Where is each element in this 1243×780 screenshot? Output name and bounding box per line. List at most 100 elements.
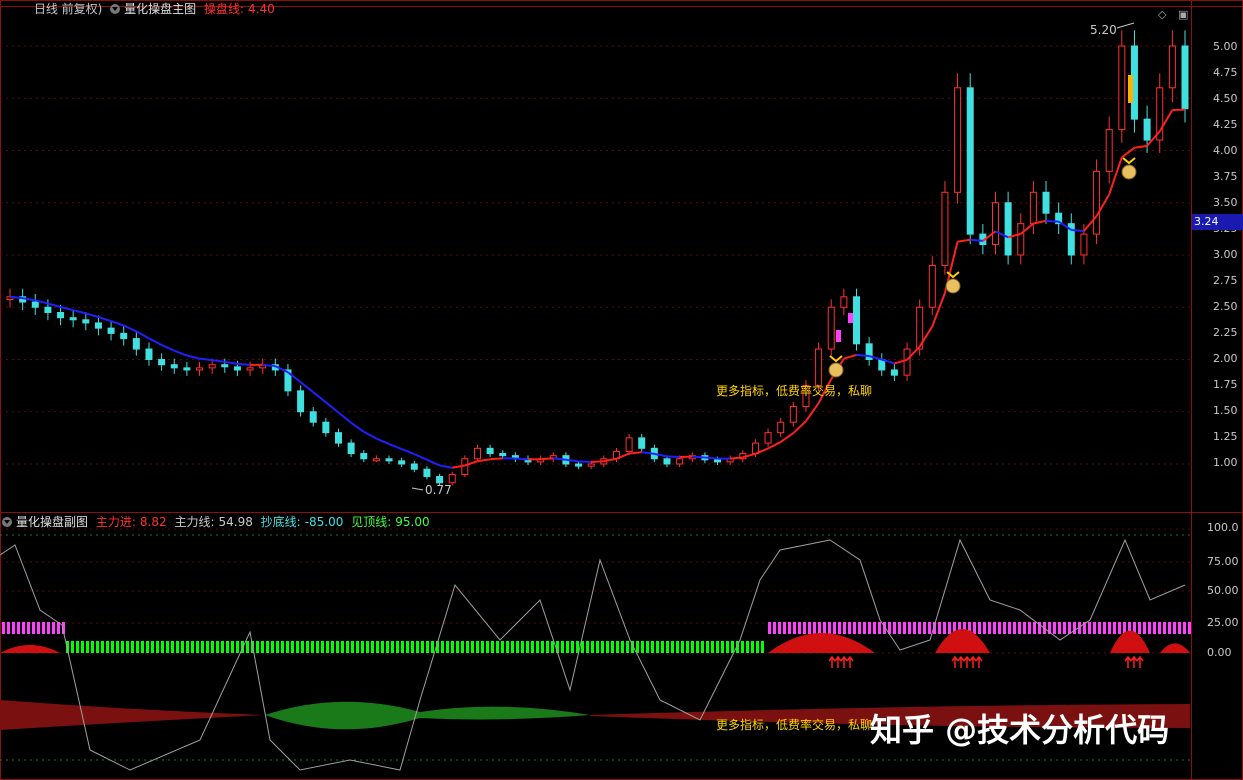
current-price-badge: 3.24 [1192, 214, 1243, 230]
green-bar [376, 641, 379, 653]
green-bar [471, 641, 474, 653]
green-bar [201, 641, 204, 653]
candle-body [789, 406, 797, 423]
trend-line-segment [792, 420, 807, 434]
trend-line-segment [1134, 144, 1148, 149]
trend-line-segment [1045, 219, 1059, 223]
green-bar [291, 641, 294, 653]
candle-body [714, 459, 722, 463]
candle-body [297, 390, 305, 413]
trend-line-segment [224, 360, 238, 365]
magenta-bar [1178, 622, 1181, 634]
candle-body [575, 463, 583, 467]
sub-chart-header: 量化操盘副图 主力进: 8.82 主力线: 54.98 抄底线: -85.00 见顶线… [2, 513, 434, 531]
chart-canvas [0, 0, 1243, 780]
magenta-bar [853, 622, 856, 634]
green-bar [271, 641, 274, 653]
green-bar [331, 641, 334, 653]
y-tick-label: 2.50 [1213, 300, 1238, 313]
candle-body [196, 367, 204, 371]
magenta-bar [848, 622, 851, 634]
green-bar [216, 641, 219, 653]
sub-indicator-name[interactable]: 量化操盘副图 [16, 515, 88, 529]
green-bar [261, 641, 264, 653]
candle-body [448, 473, 456, 484]
green-bar [81, 641, 84, 653]
band-green [265, 701, 590, 730]
magenta-bar [768, 622, 771, 634]
collapse-icon[interactable] [2, 517, 12, 527]
candle-body [1029, 191, 1037, 225]
magenta-bar [1003, 622, 1006, 634]
trend-line-segment [173, 349, 188, 357]
green-bar [321, 641, 324, 653]
green-bar [136, 641, 139, 653]
trend-line-segment [98, 316, 112, 323]
y-tick-label: 50.00 [1207, 584, 1239, 597]
window-icon[interactable]: ▣ [1178, 8, 1188, 21]
trend-line-segment [212, 359, 225, 363]
candle-body [1143, 118, 1151, 141]
candle-body [625, 437, 633, 452]
diamond-icon[interactable]: ◇ [1158, 8, 1166, 21]
candle-body [309, 411, 317, 423]
magenta-bar [913, 622, 916, 634]
green-bar [596, 641, 599, 653]
magenta-bar [1018, 622, 1021, 634]
top-line-value: 95.00 [395, 515, 430, 529]
magenta-bar [858, 622, 861, 634]
magenta-bar [1088, 622, 1091, 634]
green-bar [486, 641, 489, 653]
green-bar [246, 641, 249, 653]
magenta-bar [948, 622, 951, 634]
main-in-value: 8.82 [139, 515, 167, 529]
main-indicator-name[interactable]: 量化操盘主图 [124, 2, 196, 16]
candle-body [853, 296, 861, 345]
trend-line-segment [591, 460, 604, 463]
up-arrow-icon [828, 655, 836, 668]
collapse-icon[interactable] [110, 4, 121, 14]
magenta-bar [838, 622, 841, 634]
green-bar [646, 641, 649, 653]
magenta-bar [7, 622, 10, 634]
magenta-bar [1143, 622, 1146, 634]
green-bar [366, 641, 369, 653]
green-bar [91, 641, 94, 653]
trend-line-label: 操盘线: [204, 2, 245, 16]
candle-body [764, 432, 772, 444]
green-bar [151, 641, 154, 653]
green-bar [561, 641, 564, 653]
green-bar [161, 641, 164, 653]
green-bar [71, 641, 74, 653]
y-tick-label: 3.50 [1213, 196, 1238, 209]
magenta-bar [1158, 622, 1161, 634]
grid-lines [0, 0, 1243, 780]
y-tick-label: 2.75 [1213, 274, 1238, 287]
trend-line-segment [666, 455, 680, 458]
candle-body [170, 364, 178, 369]
magenta-bar [1008, 622, 1011, 634]
green-bar [166, 641, 169, 653]
magenta-bar [1148, 622, 1151, 634]
candle-body [486, 447, 494, 455]
up-arrow-icon [951, 655, 959, 668]
green-bar [566, 641, 569, 653]
green-bar [491, 641, 494, 653]
y-tick-label: 25.00 [1207, 616, 1239, 629]
candle-body [1080, 233, 1088, 256]
green-bar [286, 641, 289, 653]
green-bar [226, 641, 229, 653]
magenta-bar [22, 622, 25, 634]
trend-line-segment [957, 238, 971, 243]
green-bar [411, 641, 414, 653]
candle-body [398, 460, 406, 465]
magenta-bar [813, 622, 816, 634]
magenta-bar [818, 622, 821, 634]
trend-line-segment [123, 324, 137, 333]
trend-line-segment [161, 344, 175, 352]
y-tick-label: 1.25 [1213, 430, 1238, 443]
trend-line-segment [363, 430, 377, 440]
up-arrow-icon [963, 655, 971, 668]
signal-candle [1128, 75, 1133, 103]
candle-body [423, 468, 431, 478]
